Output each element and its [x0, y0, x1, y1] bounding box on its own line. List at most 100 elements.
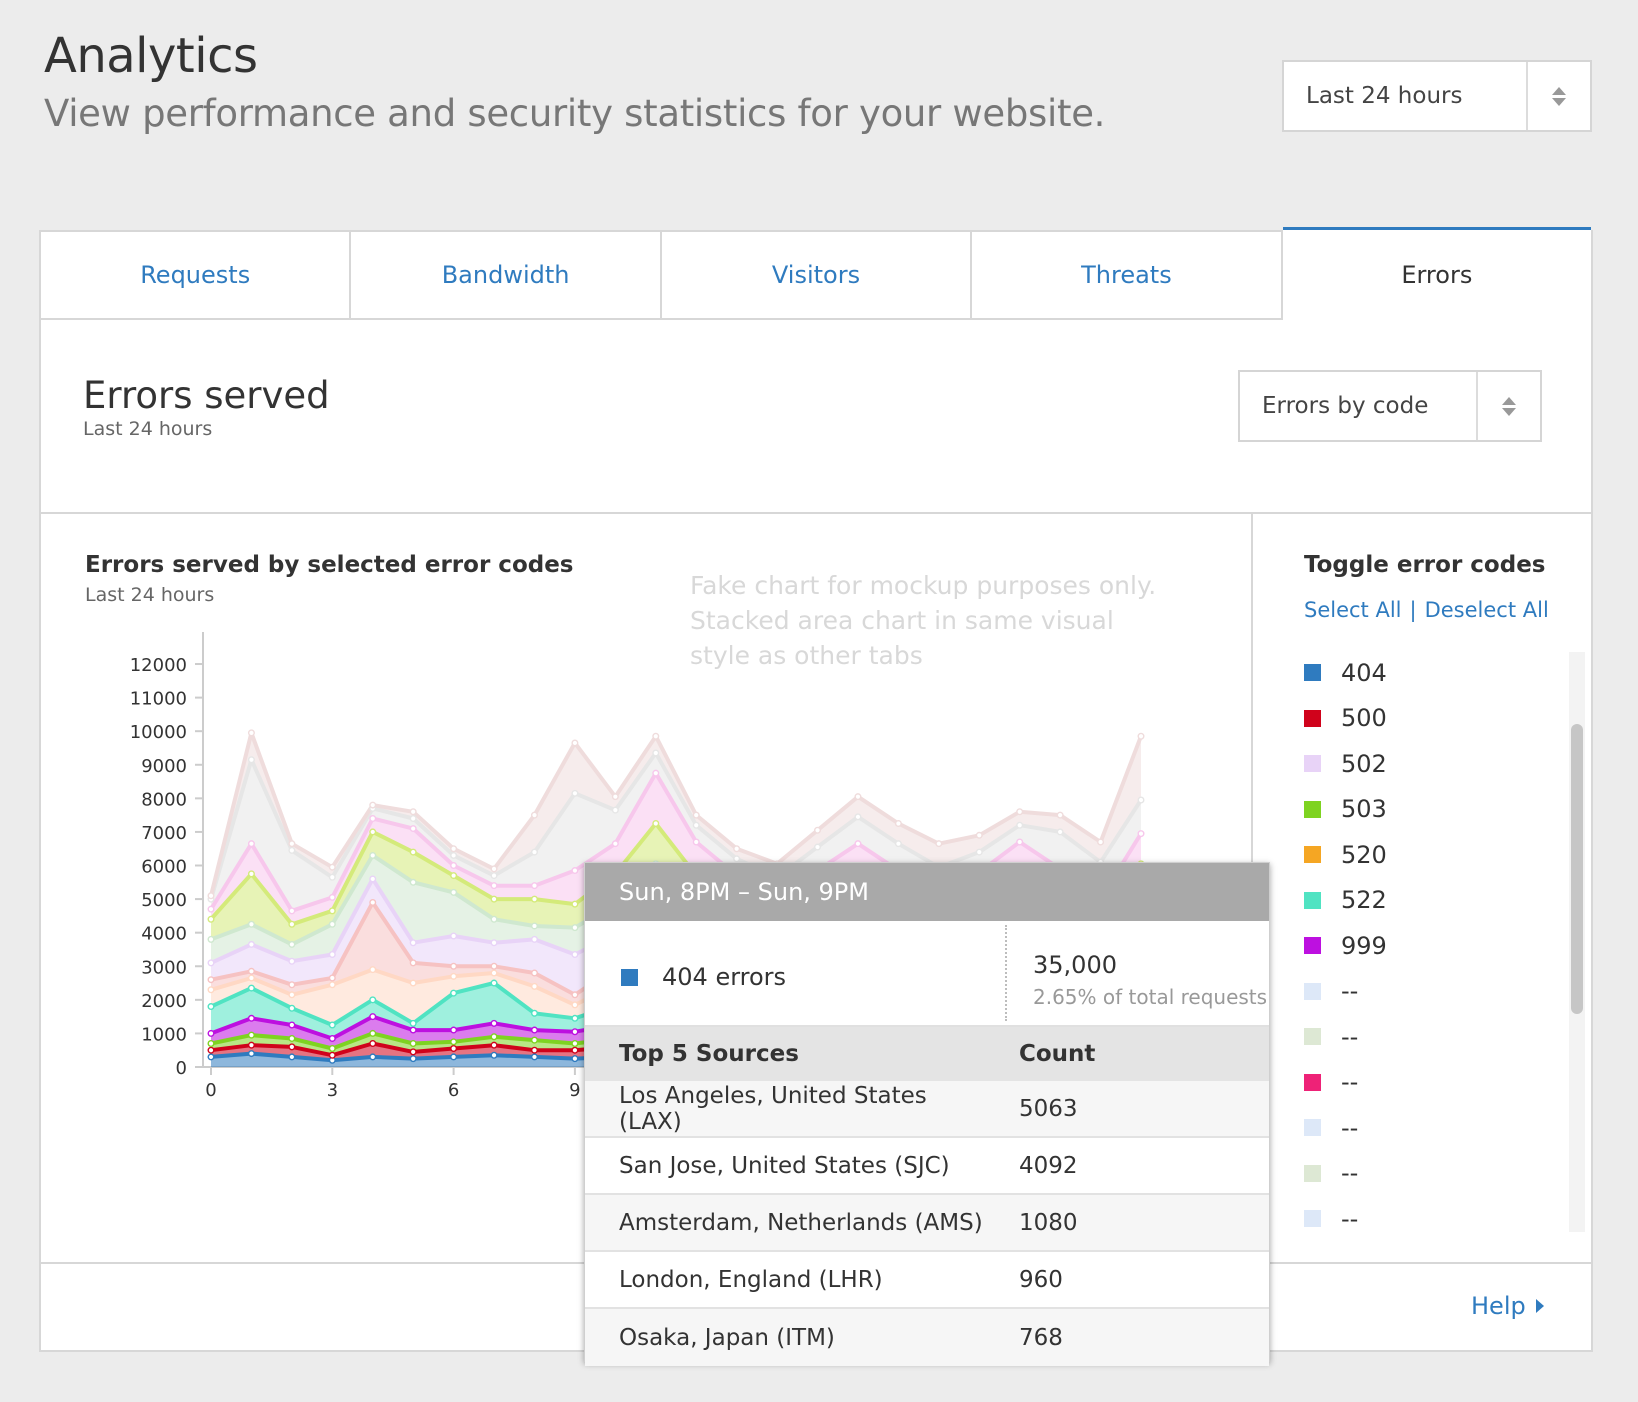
tab-requests[interactable]: Requests [41, 232, 352, 320]
legend-item-5[interactable]: 522 [1304, 878, 1564, 924]
data-point [450, 872, 458, 880]
legend-swatch [1304, 846, 1321, 864]
data-point [450, 851, 458, 859]
data-point [369, 1039, 377, 1047]
data-point [409, 1055, 417, 1063]
data-point [328, 920, 336, 928]
data-point [1016, 808, 1024, 816]
legend-swatch [1304, 1119, 1321, 1137]
data-point [490, 939, 498, 947]
y-tick-label: 12000 [130, 655, 187, 676]
data-point [409, 959, 417, 967]
tab-bar: Requests Bandwidth Visitors Threats Erro… [41, 227, 1592, 320]
data-point [369, 801, 377, 809]
x-tick-label: 6 [448, 1080, 459, 1101]
data-point [288, 957, 296, 965]
y-tick-label: 4000 [141, 924, 187, 945]
legend-item-2[interactable]: 502 [1304, 741, 1564, 787]
data-point [328, 1021, 336, 1029]
legend-item-10[interactable]: -- [1304, 1105, 1564, 1151]
legend-item-6[interactable]: 999 [1304, 923, 1564, 969]
x-tick-label: 3 [327, 1080, 338, 1101]
y-tick-label: 7000 [141, 823, 187, 844]
toggle-links: Select All | Deselect All [1304, 598, 1549, 622]
y-tick-label: 10000 [130, 722, 187, 743]
data-point [409, 939, 417, 947]
data-point [854, 840, 862, 848]
legend-item-8[interactable]: -- [1304, 1014, 1564, 1060]
data-point [894, 840, 902, 848]
data-point [611, 793, 619, 801]
data-point [530, 982, 538, 990]
data-point [369, 898, 377, 906]
data-point [490, 915, 498, 923]
legend-swatch [1304, 1073, 1321, 1091]
data-point [369, 1029, 377, 1037]
legend-scrollbar-thumb[interactable] [1571, 724, 1583, 1014]
data-point [1016, 821, 1024, 829]
tooltip-series-label: 404 errors [662, 963, 787, 991]
data-point [490, 895, 498, 903]
data-point [369, 1053, 377, 1061]
data-point [409, 1019, 417, 1027]
data-point [207, 892, 215, 900]
source-name: Los Angeles, United States (LAX) [619, 1082, 927, 1135]
select-all-link[interactable]: Select All [1304, 598, 1402, 622]
data-point [328, 907, 336, 915]
group-by-value: Errors by code [1262, 393, 1429, 419]
tab-threats[interactable]: Threats [972, 232, 1283, 320]
help-link[interactable]: Help [1471, 1292, 1544, 1320]
legend-item-4[interactable]: 520 [1304, 832, 1564, 878]
legend-item-7[interactable]: -- [1304, 969, 1564, 1015]
group-by-select[interactable]: Errors by code [1238, 370, 1542, 442]
source-count: 768 [1019, 1324, 1063, 1351]
legend-item-12[interactable]: -- [1304, 1196, 1564, 1242]
data-point [247, 974, 255, 982]
legend-label: -- [1341, 1068, 1359, 1097]
tab-visitors[interactable]: Visitors [661, 232, 973, 320]
tooltip-title: Sun, 8PM – Sun, 9PM [585, 863, 1269, 921]
deselect-all-link[interactable]: Deselect All [1425, 598, 1549, 622]
data-point [207, 915, 215, 923]
data-point [1056, 811, 1064, 819]
legend-item-11[interactable]: -- [1304, 1151, 1564, 1197]
data-point [328, 1045, 336, 1053]
series-color-icon [621, 969, 638, 986]
source-name: Osaka, Japan (ITM) [619, 1324, 835, 1351]
data-point [530, 922, 538, 930]
help-label: Help [1471, 1292, 1526, 1320]
sources-table-header: Top 5 Sources Count [585, 1027, 1269, 1081]
tab-errors[interactable]: Errors [1282, 227, 1592, 320]
y-tick-label: 1000 [141, 1024, 187, 1045]
data-point [247, 1031, 255, 1039]
data-point [328, 873, 336, 881]
data-point [450, 845, 458, 853]
legend-item-0[interactable]: 404 [1304, 650, 1564, 696]
source-count: 1080 [1019, 1209, 1078, 1236]
tab-bandwidth[interactable]: Bandwidth [351, 232, 662, 320]
time-range-select[interactable]: Last 24 hours [1282, 60, 1592, 132]
data-point [530, 882, 538, 890]
select-arrows-icon [1526, 62, 1590, 130]
legend-item-1[interactable]: 500 [1304, 696, 1564, 742]
data-point [288, 907, 296, 915]
data-point [369, 1013, 377, 1021]
legend-item-9[interactable]: -- [1304, 1060, 1564, 1106]
data-point [1137, 830, 1145, 838]
caret-right-icon [1535, 1299, 1544, 1313]
legend-swatch [1304, 709, 1321, 727]
data-point [450, 1026, 458, 1034]
data-point [369, 966, 377, 974]
legend-swatch [1304, 891, 1321, 909]
legend-label: 502 [1341, 749, 1387, 778]
tooltip-percent: 2.65% of total requests [1033, 985, 1268, 1009]
data-point [530, 969, 538, 977]
data-point [611, 806, 619, 814]
legend-swatch [1304, 1164, 1321, 1182]
data-point [571, 924, 579, 932]
y-tick-label: 6000 [141, 857, 187, 878]
x-tick-label: 0 [205, 1080, 216, 1101]
source-count: 960 [1019, 1266, 1063, 1293]
tooltip-summary: 404 errors 35,000 2.65% of total request… [585, 921, 1269, 1027]
legend-item-3[interactable]: 503 [1304, 787, 1564, 833]
